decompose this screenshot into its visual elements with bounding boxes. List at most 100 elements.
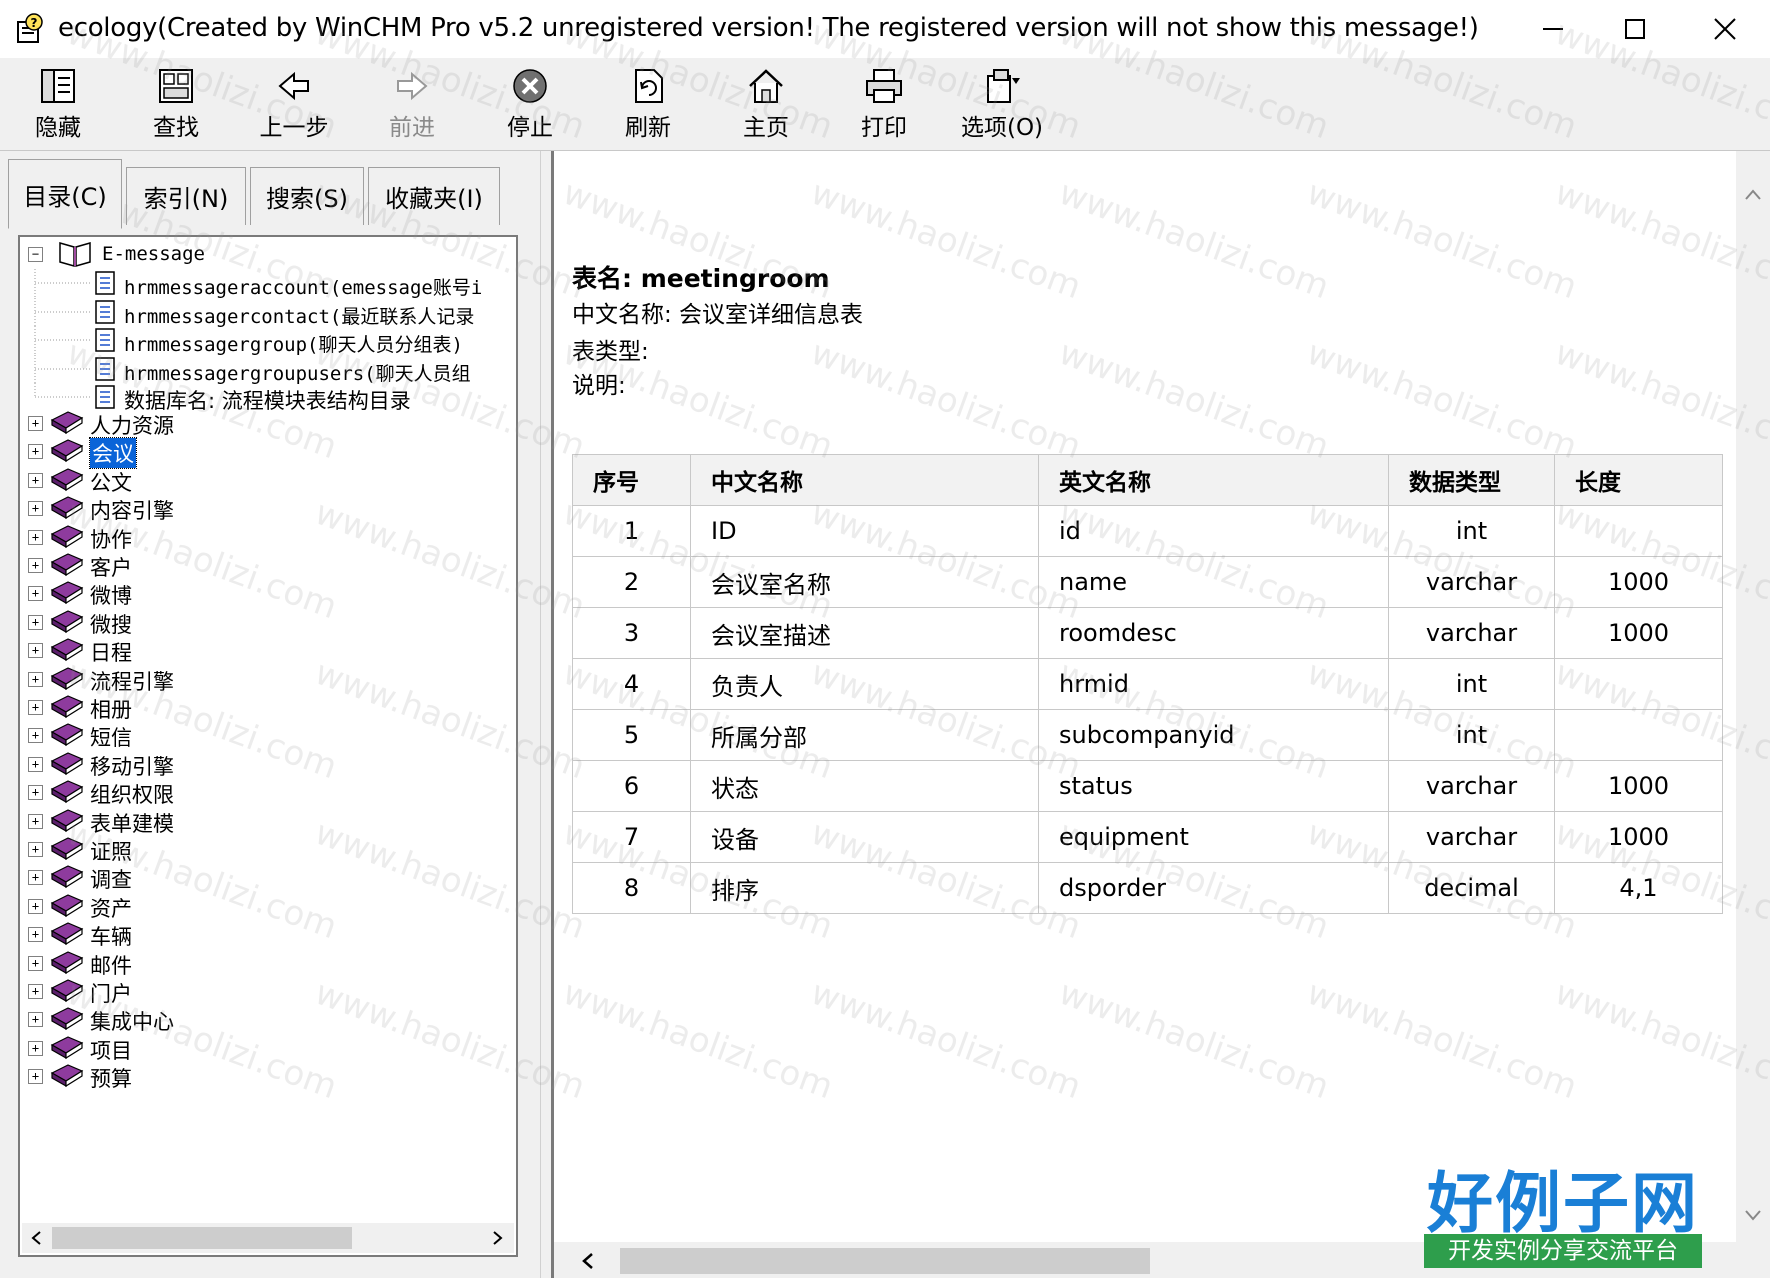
expand-icon[interactable]: + bbox=[28, 955, 43, 971]
expand-icon[interactable]: + bbox=[28, 785, 43, 801]
options-button[interactable]: 选项(O) bbox=[952, 64, 1052, 148]
expand-icon[interactable]: + bbox=[28, 643, 43, 659]
tab-search[interactable]: 搜索(S) bbox=[250, 167, 364, 225]
tree-book-item[interactable]: + 协作 bbox=[20, 522, 516, 552]
pane-splitter[interactable] bbox=[540, 151, 554, 1278]
hide-button[interactable]: 隐藏 bbox=[8, 64, 108, 148]
forward-button[interactable]: 前进 bbox=[362, 64, 462, 148]
expand-icon[interactable]: + bbox=[28, 927, 43, 943]
tree-root-label: E-message bbox=[102, 243, 205, 265]
tree-book-item[interactable]: + 车辆 bbox=[20, 919, 516, 949]
tree-book-item[interactable]: + 日程 bbox=[20, 635, 516, 665]
tree-book-item[interactable]: + 邮件 bbox=[20, 948, 516, 978]
tab-contents[interactable]: 目录(C) bbox=[8, 159, 122, 229]
title-bar: ? ecology(Created by WinCHM Pro v5.2 unr… bbox=[0, 0, 1770, 58]
tree-page-label: hrmmessageraccount(emessage账号i bbox=[124, 277, 483, 299]
tree-line bbox=[34, 354, 92, 383]
expand-icon[interactable]: + bbox=[28, 586, 43, 602]
find-button[interactable]: 查找 bbox=[126, 64, 226, 148]
tab-index[interactable]: 索引(N) bbox=[126, 167, 246, 225]
closed-book-icon bbox=[50, 1064, 84, 1088]
stop-button[interactable]: 停止 bbox=[480, 64, 580, 148]
expand-icon[interactable]: + bbox=[28, 501, 43, 517]
tree-book-item[interactable]: + 会议 bbox=[20, 436, 516, 470]
tree-page-label: hrmmessagergroupusers(聊天人员组 bbox=[124, 362, 471, 385]
expand-icon[interactable]: + bbox=[28, 614, 43, 630]
maximize-button[interactable] bbox=[1590, 0, 1680, 58]
cell-length bbox=[1554, 709, 1723, 761]
tree-book-item[interactable]: + 表单建模 bbox=[20, 806, 516, 836]
tree-book-label: 预算 bbox=[90, 1067, 132, 1092]
tree-book-item[interactable]: + 门户 bbox=[20, 976, 516, 1006]
scroll-down-icon[interactable] bbox=[1744, 1209, 1762, 1223]
expand-icon[interactable]: + bbox=[28, 842, 43, 857]
expand-icon[interactable]: + bbox=[28, 898, 43, 914]
tree-page-item[interactable]: hrmmessageraccount(emessage账号i bbox=[20, 269, 516, 299]
expand-icon[interactable]: + bbox=[28, 529, 43, 545]
scroll-left-icon[interactable] bbox=[30, 1230, 44, 1246]
tree-book-item[interactable]: + 公文 bbox=[20, 465, 516, 495]
expand-icon[interactable]: + bbox=[28, 700, 43, 715]
tree-book-item[interactable]: + 流程引擎 bbox=[20, 664, 516, 694]
back-button[interactable]: 上一步 bbox=[244, 64, 344, 148]
cell-en-name: roomdesc bbox=[1038, 607, 1389, 659]
tree-page-item[interactable]: hrmmessagercontact(最近联系人记录 bbox=[20, 297, 516, 328]
scroll-right-icon[interactable] bbox=[490, 1230, 504, 1246]
tree-book-item[interactable]: + 集成中心 bbox=[20, 1004, 516, 1034]
print-button[interactable]: 打印 bbox=[834, 64, 934, 148]
scroll-left-icon[interactable] bbox=[580, 1252, 596, 1270]
expand-icon[interactable]: + bbox=[28, 870, 43, 886]
field-table: 序号 中文名称 英文名称 数据类型 长度 1 ID id int 2 会议室名称 name v… bbox=[572, 454, 1723, 914]
expand-icon[interactable]: + bbox=[28, 756, 43, 772]
tree-book-item[interactable]: + 人力资源 bbox=[20, 408, 516, 438]
expand-icon[interactable]: + bbox=[28, 728, 43, 744]
expand-icon[interactable]: + bbox=[28, 813, 43, 829]
close-icon bbox=[1714, 18, 1736, 40]
contents-tree[interactable]: − E-message hrmmessageraccount(emessage账… bbox=[18, 235, 518, 1257]
tree-page-item[interactable]: hrmmessagergroup(聊天人员分组表) bbox=[20, 326, 516, 356]
tree-book-item[interactable]: + 项目 bbox=[20, 1033, 516, 1063]
tree-book-item[interactable]: + 微博 bbox=[20, 578, 516, 608]
expand-icon[interactable]: + bbox=[28, 1012, 43, 1028]
scroll-up-icon[interactable] bbox=[1744, 187, 1762, 201]
tree-book-item[interactable]: + 相册 bbox=[20, 692, 516, 722]
collapse-icon[interactable]: − bbox=[28, 247, 43, 262]
minimize-button[interactable] bbox=[1508, 0, 1598, 58]
scroll-thumb[interactable] bbox=[52, 1227, 352, 1249]
tree-book-item[interactable]: + 移动引擎 bbox=[20, 749, 516, 779]
tab-favorites[interactable]: 收藏夹(I) bbox=[368, 167, 500, 225]
expand-icon[interactable]: + bbox=[28, 671, 43, 687]
close-button[interactable] bbox=[1680, 0, 1770, 58]
tree-book-item[interactable]: + 微搜 bbox=[20, 607, 516, 637]
home-button[interactable]: 主页 bbox=[716, 64, 816, 148]
tree-book-item[interactable]: + 内容引擎 bbox=[20, 493, 516, 523]
expand-icon[interactable]: + bbox=[28, 1040, 43, 1056]
tree-book-item[interactable]: + 组织权限 bbox=[20, 777, 516, 807]
tree-book-item[interactable]: + 客户 bbox=[20, 550, 516, 580]
expand-icon[interactable]: + bbox=[28, 472, 43, 488]
scroll-thumb[interactable] bbox=[620, 1248, 1150, 1274]
content-vertical-scrollbar[interactable] bbox=[1736, 151, 1770, 1278]
home-label: 主页 bbox=[743, 115, 789, 141]
refresh-button[interactable]: 刷新 bbox=[598, 64, 698, 148]
cell-en-name: id bbox=[1038, 505, 1389, 557]
tree-book-item[interactable]: + 短信 bbox=[20, 720, 516, 750]
help-file-icon: ? bbox=[17, 13, 43, 43]
expand-icon[interactable]: + bbox=[28, 984, 43, 999]
expand-icon[interactable]: + bbox=[28, 558, 43, 573]
forward-arrow-icon bbox=[397, 71, 428, 101]
expand-icon[interactable]: + bbox=[28, 416, 43, 431]
tree-book-item[interactable]: + 资产 bbox=[20, 891, 516, 921]
tree-horizontal-scrollbar[interactable] bbox=[22, 1223, 514, 1253]
closed-book-icon bbox=[50, 411, 84, 435]
tree-book-item[interactable]: + 预算 bbox=[20, 1061, 516, 1092]
closed-book-icon bbox=[50, 837, 84, 861]
expand-icon[interactable]: + bbox=[28, 1069, 43, 1085]
tree-book-item[interactable]: + 证照 bbox=[20, 834, 516, 864]
tree-page-item[interactable]: hrmmessagergroupusers(聊天人员组 bbox=[20, 354, 516, 385]
expand-icon[interactable]: + bbox=[28, 444, 43, 460]
tree-book-item[interactable]: + 调查 bbox=[20, 862, 516, 892]
tree-root-item[interactable]: − E-message bbox=[20, 239, 516, 269]
stop-icon bbox=[513, 69, 547, 103]
toolbar: 隐藏 查找 上一步 前进 停止 刷新 主页 打印 选项(O) bbox=[0, 58, 1770, 151]
